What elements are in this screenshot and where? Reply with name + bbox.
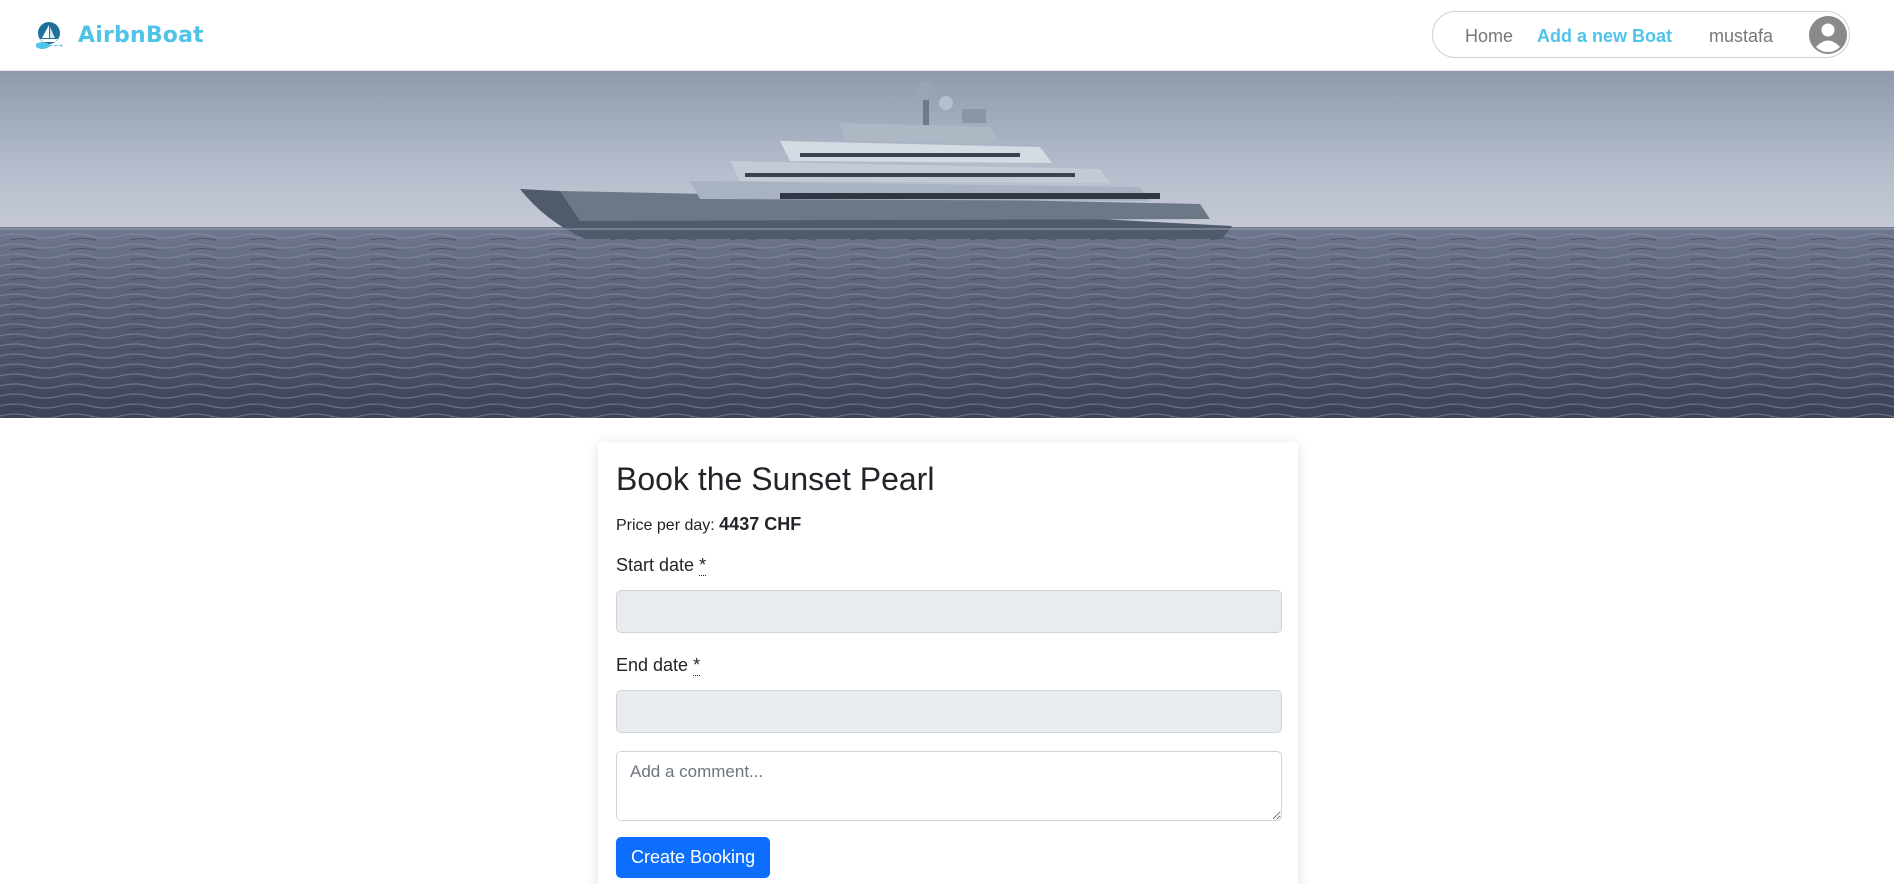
end-date-label-text: End date	[616, 655, 689, 676]
hero-banner	[0, 71, 1894, 418]
navbar: AirbnBoat Home Add a new Boat mustafa	[0, 0, 1894, 71]
start-date-label-text: Start date	[616, 555, 695, 576]
create-booking-button[interactable]: Create Booking	[616, 837, 771, 879]
price-label: Price per day:	[616, 517, 715, 535]
required-marker: *	[693, 655, 701, 677]
brand-name: AirbnBoat	[78, 22, 204, 48]
comment-textarea[interactable]	[616, 751, 1282, 822]
nav-add-boat-link[interactable]: Add a new Boat	[1537, 26, 1672, 47]
booking-title: Book the Sunset Pearl	[616, 461, 935, 497]
user-avatar-icon[interactable]	[1809, 16, 1847, 54]
page: AirbnBoat Home Add a new Boat mustafa Bo…	[0, 0, 1894, 884]
price-line: Price per day: 4437 CHF	[616, 514, 1280, 535]
price-value: 4437 CHF	[719, 514, 802, 535]
booking-card: Book the Sunset Pearl Price per day: 443…	[598, 442, 1298, 884]
nav-user-link[interactable]: mustafa	[1709, 26, 1773, 47]
nav-menu: Home Add a new Boat mustafa	[1432, 11, 1850, 58]
boat-logo-icon	[36, 22, 62, 49]
start-date-input[interactable]	[616, 590, 1282, 634]
end-date-input[interactable]	[616, 690, 1282, 734]
nav-home-link[interactable]: Home	[1465, 26, 1513, 47]
end-date-label: End date *	[616, 655, 1280, 677]
start-date-label: Start date *	[616, 555, 1280, 577]
required-marker: *	[699, 555, 707, 577]
yacht-photo-icon	[0, 71, 1894, 418]
brand-link[interactable]: AirbnBoat	[34, 18, 204, 52]
